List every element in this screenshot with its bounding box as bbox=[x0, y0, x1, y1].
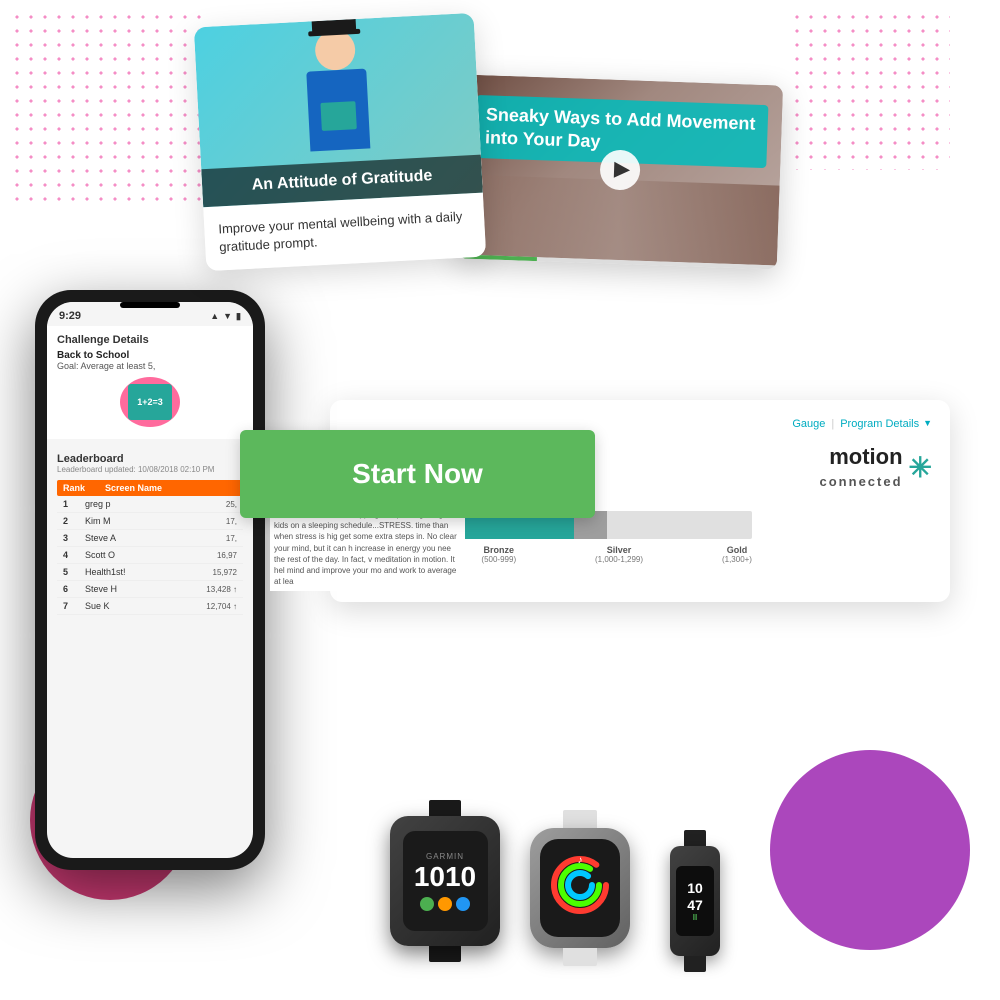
play-icon bbox=[613, 162, 630, 179]
chalkboard-icon: 1+2=3 bbox=[120, 377, 180, 427]
score-cell: 25, bbox=[226, 500, 237, 509]
name-header: Screen Name bbox=[105, 483, 162, 493]
svg-text:♪: ♪ bbox=[578, 855, 583, 866]
leaderboard-row: 3 Steve A 17, bbox=[57, 530, 243, 547]
phone-notch bbox=[120, 302, 180, 308]
score-cell: 13,428 ↑ bbox=[206, 585, 237, 594]
decorative-circle-right bbox=[770, 750, 970, 950]
rank-cell: 7 bbox=[63, 601, 77, 611]
watch-screen-apple: ♪ bbox=[540, 839, 620, 937]
watches-container: GARMIN 1010 bbox=[380, 800, 740, 960]
leaderboard-row: 7 Sue K 12,704 ↑ bbox=[57, 598, 243, 615]
challenge-section-title: Challenge Details bbox=[57, 334, 243, 346]
garmin-dot-green bbox=[420, 897, 434, 911]
challenge-name: Back to School bbox=[57, 350, 243, 361]
phone-time: 9:29 bbox=[59, 310, 81, 322]
label-silver: Silver (1,000-1,299) bbox=[595, 545, 643, 564]
rank-cell: 1 bbox=[63, 499, 77, 509]
leaderboard-rows: 1 greg p 25, 2 Kim M 17, 3 Steve A 17, 4… bbox=[57, 496, 243, 615]
phone-challenge-content: Challenge Details Back to School Goal: A… bbox=[47, 326, 253, 439]
leaderboard-section: Leaderboard Leaderboard updated: 10/08/2… bbox=[47, 447, 253, 621]
person-body bbox=[306, 69, 370, 152]
start-now-button[interactable]: Start Now bbox=[240, 430, 595, 518]
wifi-icon: ▼ bbox=[223, 311, 232, 322]
score-cell: 17, bbox=[226, 534, 237, 543]
name-cell: Kim M bbox=[85, 516, 218, 526]
phone-mockup: 9:29 ▲ ▼ ▮ Challenge Details Back to Sch… bbox=[35, 290, 265, 870]
watch-garmin: GARMIN 1010 bbox=[380, 800, 510, 960]
leaderboard-title: Leaderboard bbox=[57, 453, 243, 465]
fitbit-time: 1047 bbox=[687, 880, 703, 914]
garmin-label: GARMIN bbox=[426, 852, 464, 861]
leaderboard-header: Rank Screen Name bbox=[57, 480, 243, 496]
battery-icon: ▮ bbox=[236, 311, 241, 322]
garmin-dot-blue bbox=[456, 897, 470, 911]
score-cell: 17, bbox=[226, 517, 237, 526]
book-prop bbox=[320, 101, 356, 131]
dot-grid-topleft bbox=[10, 10, 210, 210]
rank-header: Rank bbox=[63, 483, 85, 493]
dashboard-right: motion connected ✳ bbox=[772, 444, 932, 491]
name-cell: Sue K bbox=[85, 601, 198, 611]
rank-cell: 6 bbox=[63, 584, 77, 594]
chalkboard-text: 1+2=3 bbox=[128, 384, 172, 420]
rank-cell: 5 bbox=[63, 567, 77, 577]
person-hat bbox=[311, 13, 356, 33]
nav-arrow: ▼ bbox=[923, 418, 932, 430]
leaderboard-row: 4 Scott O 16,97 bbox=[57, 547, 243, 564]
nav-gauge[interactable]: Gauge bbox=[792, 418, 825, 430]
leaderboard-row: 2 Kim M 17, bbox=[57, 513, 243, 530]
person-head bbox=[314, 29, 356, 71]
leaderboard-row: 1 greg p 25, bbox=[57, 496, 243, 513]
gratitude-text: Improve your mental wellbeing with a dai… bbox=[218, 207, 472, 257]
phone-screen: 9:29 ▲ ▼ ▮ Challenge Details Back to Sch… bbox=[47, 302, 253, 858]
name-cell: Scott O bbox=[85, 550, 209, 560]
leaderboard-row: 5 Health1st! 15,972 bbox=[57, 564, 243, 581]
apple-watch-face: ♪ bbox=[544, 843, 616, 933]
score-cell: 16,97 bbox=[217, 551, 237, 560]
video-card: Sneaky Ways to Add Movement into Your Da… bbox=[457, 74, 783, 269]
nav-program-details[interactable]: Program Details bbox=[840, 418, 919, 430]
dot-grid-topright bbox=[790, 10, 950, 170]
location-icon: ▲ bbox=[210, 311, 219, 322]
gratitude-card: An Attitude of Gratitude Improve your me… bbox=[194, 13, 486, 272]
challenge-goal: Goal: Average at least 5, bbox=[57, 361, 243, 371]
gratitude-image: An Attitude of Gratitude bbox=[194, 13, 483, 207]
motion-connected-logo: motion connected ✳ bbox=[772, 444, 932, 491]
name-cell: Health1st! bbox=[85, 567, 205, 577]
fitbit-sub: II bbox=[693, 913, 697, 922]
score-cell: 15,972 bbox=[213, 568, 237, 577]
garmin-number: 1010 bbox=[414, 861, 476, 893]
watch-fitbit: 1047 II bbox=[650, 830, 740, 960]
garmin-dot-orange bbox=[438, 897, 452, 911]
label-bronze: Bronze (500-999) bbox=[481, 545, 516, 564]
rank-cell: 4 bbox=[63, 550, 77, 560]
leaderboard-updated: Leaderboard updated: 10/08/2018 02:10 PM bbox=[57, 465, 243, 474]
watch-apple: ♪ bbox=[520, 810, 640, 960]
video-thumbnail: Sneaky Ways to Add Movement into Your Da… bbox=[457, 74, 783, 265]
watch-case-apple: ♪ bbox=[530, 828, 630, 948]
garmin-indicators bbox=[420, 897, 470, 911]
watch-case-fitbit: 1047 II bbox=[670, 846, 720, 956]
dashboard-nav: Gauge | Program Details ▼ bbox=[348, 418, 932, 430]
label-gold: Gold (1,300+) bbox=[722, 545, 752, 564]
rank-cell: 2 bbox=[63, 516, 77, 526]
scene: 9:29 ▲ ▼ ▮ Challenge Details Back to Sch… bbox=[0, 0, 1000, 1000]
watch-screen-fitbit: 1047 II bbox=[676, 866, 714, 936]
leaderboard-row: 6 Steve H 13,428 ↑ bbox=[57, 581, 243, 598]
name-cell: Steve H bbox=[85, 584, 198, 594]
rank-cell: 3 bbox=[63, 533, 77, 543]
motion-star-icon: ✳ bbox=[909, 451, 932, 484]
watch-case-garmin: GARMIN 1010 bbox=[390, 816, 500, 946]
name-cell: Steve A bbox=[85, 533, 218, 543]
score-cell: 12,704 ↑ bbox=[206, 602, 237, 611]
brand-name: motion bbox=[829, 444, 902, 469]
start-now-overlay: Start Now bbox=[240, 430, 595, 518]
phone-status-icons: ▲ ▼ ▮ bbox=[210, 311, 241, 322]
name-cell: greg p bbox=[85, 499, 218, 509]
watch-screen-garmin: GARMIN 1010 bbox=[403, 831, 488, 931]
brand-sub: connected bbox=[820, 474, 903, 489]
